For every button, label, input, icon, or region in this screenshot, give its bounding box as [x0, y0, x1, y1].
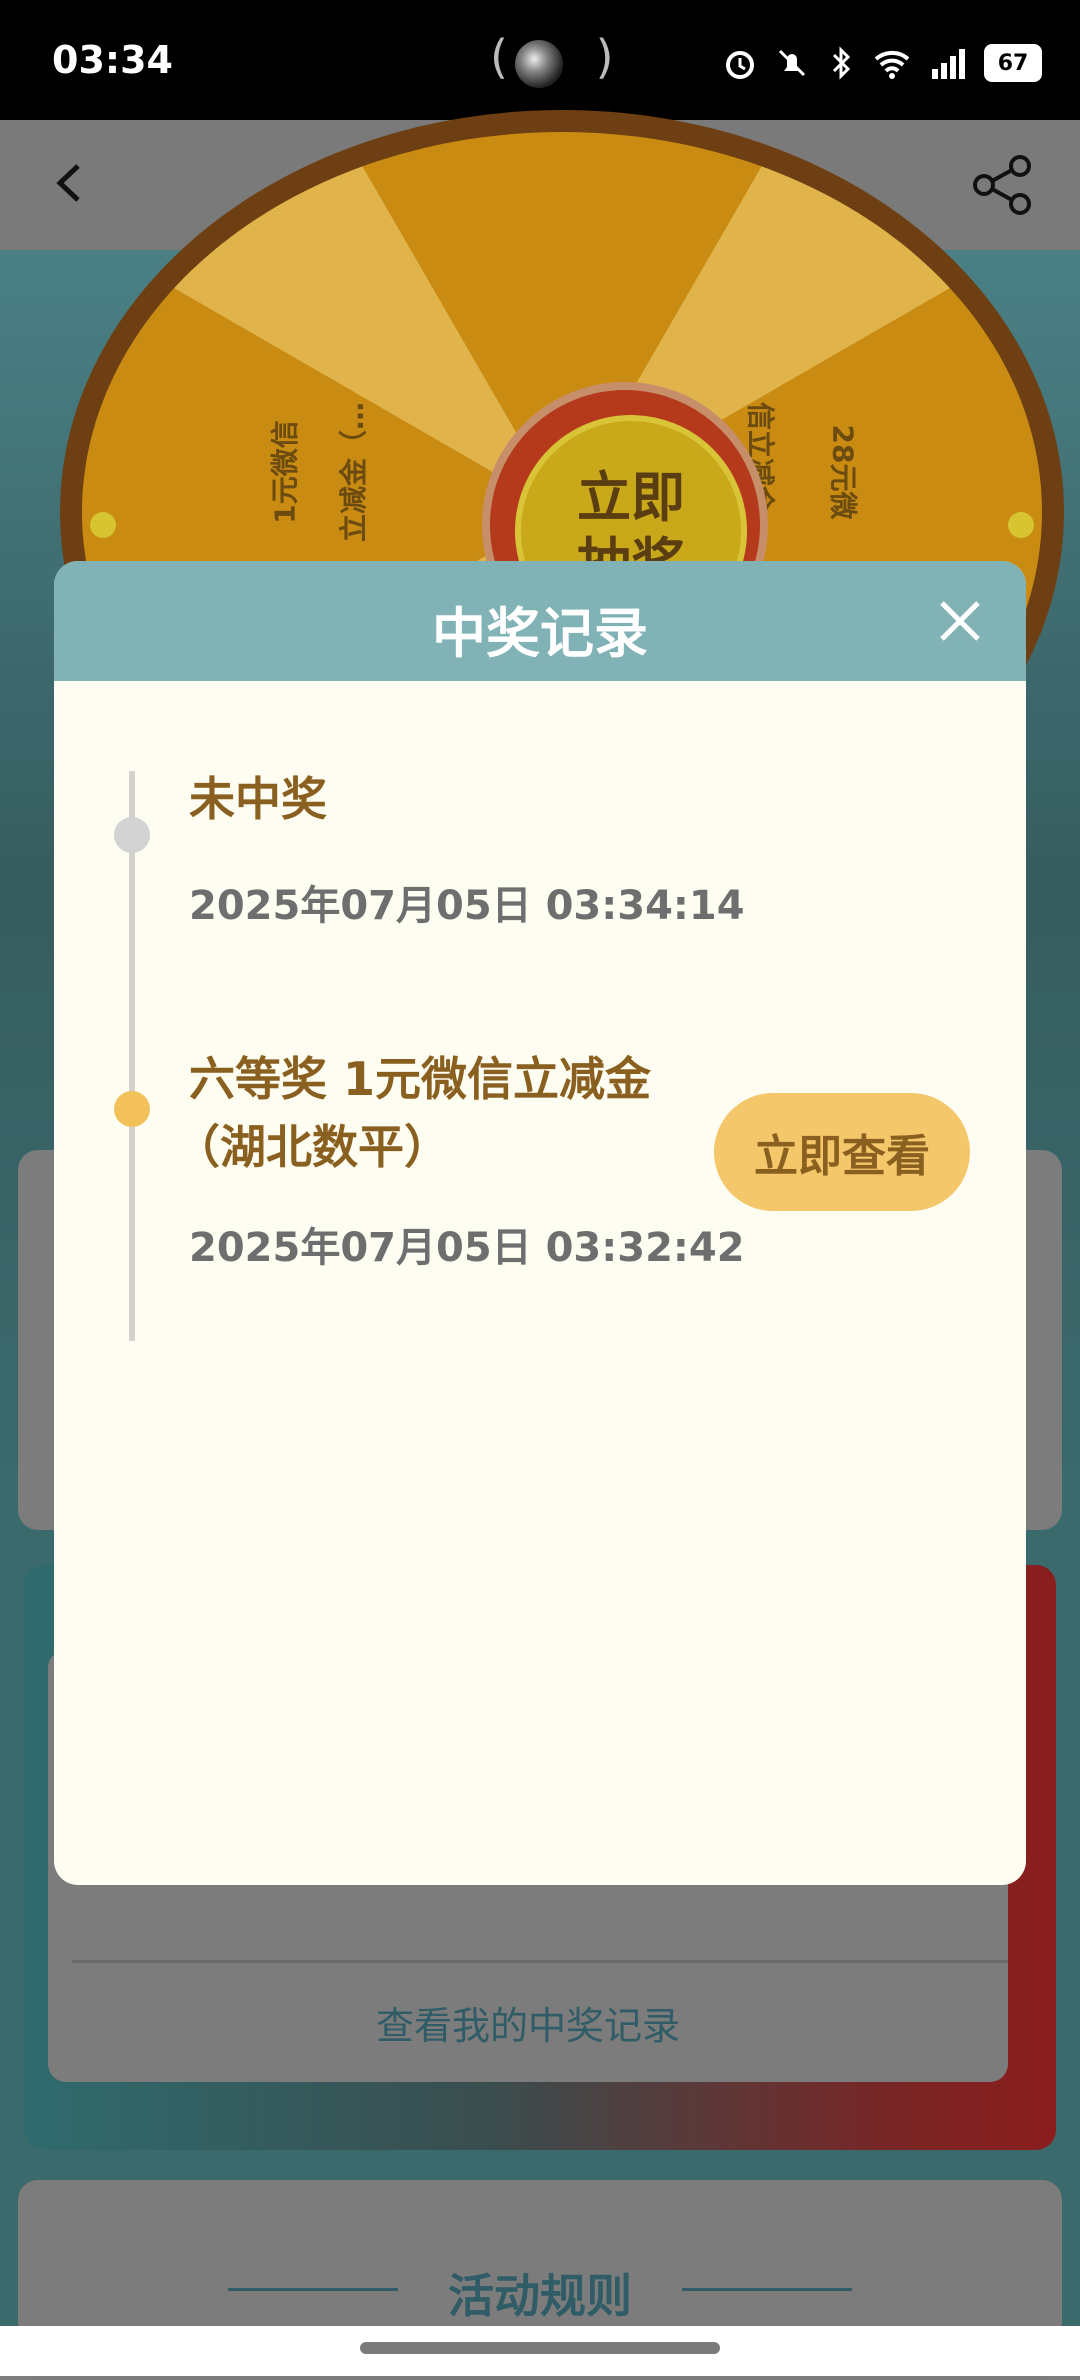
modal-title: 中奖记录 [432, 602, 648, 665]
wifi-icon [874, 50, 910, 79]
record-title: 未中奖 [189, 772, 327, 826]
timeline-dot [114, 817, 150, 853]
view-prize-button[interactable]: 立即查看 [714, 1093, 970, 1211]
bluetooth-icon [832, 46, 851, 80]
status-bar: 03:34 ( ) 67 [0, 0, 1080, 120]
record-time: 2025年07月05日 03:32:42 [189, 1225, 745, 1271]
draw-button-label-1: 立即 [577, 466, 685, 529]
battery-icon: 67 [984, 44, 1042, 82]
divider [72, 1960, 1008, 1963]
timeline-dot [114, 1091, 150, 1127]
signal-icon [932, 49, 965, 79]
status-time: 03:34 [52, 38, 173, 82]
wheel-segment-label: 立减金（… [337, 401, 371, 543]
wheel-light [90, 512, 116, 538]
wheel-segment-label: 28元微 [826, 424, 860, 520]
share-icon[interactable] [970, 152, 1036, 218]
mute-icon [778, 49, 806, 77]
home-indicator[interactable] [360, 2342, 720, 2354]
alarm-icon [726, 51, 754, 79]
status-icons: 67 [722, 44, 1042, 82]
timeline [129, 771, 135, 1341]
wheel-light [1008, 512, 1034, 538]
record-time: 2025年07月05日 03:34:14 [189, 883, 745, 929]
record-title: 六等奖 1元微信立减金 [189, 1052, 652, 1106]
view-my-records-link[interactable]: 查看我的中奖记录 [48, 1995, 1008, 2050]
prize-records-modal: 中奖记录 未中奖 2025年07月05日 03:34:14 六等奖 1元微信立减… [54, 561, 1026, 1885]
modal-header: 中奖记录 [54, 561, 1026, 681]
wheel-segment-label: 1元微信 [268, 420, 302, 524]
close-icon[interactable] [936, 597, 984, 645]
avatar-icon [515, 40, 563, 88]
rules-title: 活动规则 [448, 2269, 632, 2323]
divider [682, 2288, 852, 2291]
record-title-sub: （湖北数平） [174, 1120, 450, 1174]
